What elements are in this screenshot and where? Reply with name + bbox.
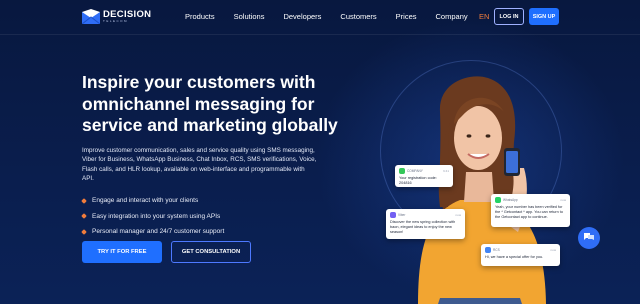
sms-time: 9:41 xyxy=(443,169,449,173)
chat-widget-button[interactable] xyxy=(578,227,600,249)
menu-company[interactable]: Company xyxy=(436,12,468,21)
menu-prices[interactable]: Prices xyxy=(396,12,417,21)
whatsapp-message-text: Yeah, your number has been verified for … xyxy=(495,205,563,219)
logo-envelope-icon xyxy=(82,9,100,24)
brand-name: DECISION xyxy=(103,8,152,20)
try-free-button[interactable]: TRY IT FOR FREE xyxy=(82,241,162,263)
bullet-icon xyxy=(81,213,87,220)
brand-logo[interactable]: DECISION TELECOM xyxy=(82,9,151,24)
feature-text: Personal manager and 24/7 customer suppo… xyxy=(92,228,225,236)
signup-button[interactable]: SIGN UP xyxy=(529,8,559,25)
rcs-message-card: RCS now Hi, we have a special offer for … xyxy=(481,244,560,266)
viber-message-text: Discover the new spring collection with … xyxy=(390,220,456,234)
chat-bubbles-icon xyxy=(583,229,595,247)
menu-customers[interactable]: Customers xyxy=(340,12,376,21)
feature-text: Engage and interact with your clients xyxy=(92,197,199,205)
rcs-icon xyxy=(485,247,491,253)
whatsapp-icon xyxy=(495,197,501,203)
viber-time: now xyxy=(455,213,461,217)
rcs-message-text: Hi, we have a special offer for you. xyxy=(485,255,544,259)
hero-description: Improve customer communication, sales an… xyxy=(82,147,317,183)
feature-item: Engage and interact with your clients xyxy=(81,193,224,209)
login-button[interactable]: LOG IN xyxy=(494,8,524,25)
main-menu: Products Solutions Developers Customers … xyxy=(185,12,487,21)
top-navigation: DECISION TELECOM Products Solutions Deve… xyxy=(0,0,640,34)
sms-app-name: COMPANY xyxy=(407,169,423,173)
bullet-icon xyxy=(81,197,87,204)
bullet-icon xyxy=(81,228,87,235)
menu-solutions[interactable]: Solutions xyxy=(234,12,265,21)
feature-text: Easy integration into your system using … xyxy=(92,212,221,220)
feature-item: Easy integration into your system using … xyxy=(81,209,224,225)
viber-message-card: Viber now Discover the new spring collec… xyxy=(386,209,465,239)
viber-app-name: Viber xyxy=(398,213,406,217)
menu-developers[interactable]: Developers xyxy=(283,12,321,21)
whatsapp-message-card: WhatsApp now Yeah, your number has been … xyxy=(491,194,570,227)
whatsapp-app-name: WhatsApp xyxy=(503,198,518,202)
viber-icon xyxy=(390,212,396,218)
sms-app-icon xyxy=(399,168,405,174)
rcs-time: now xyxy=(550,248,556,252)
hero-illustration-person xyxy=(400,72,560,304)
feature-item: Personal manager and 24/7 customer suppo… xyxy=(81,224,225,240)
hero-title: Inspire your customers with omnichannel … xyxy=(82,72,338,135)
brand-sub: TELECOM xyxy=(103,19,129,24)
get-consultation-button[interactable]: GET CONSULTATION xyxy=(171,241,251,263)
feature-list: Engage and interact with your clients Ea… xyxy=(81,193,225,240)
header-divider xyxy=(0,34,640,35)
sms-message-text: Your registration code: 204816 xyxy=(399,176,437,185)
language-switch[interactable]: EN xyxy=(479,12,489,21)
sms-message-card: COMPANY 9:41 Your registration code: 204… xyxy=(395,165,453,187)
whatsapp-time: now xyxy=(560,198,566,202)
menu-products[interactable]: Products xyxy=(185,12,215,21)
rcs-app-name: RCS xyxy=(493,248,500,252)
